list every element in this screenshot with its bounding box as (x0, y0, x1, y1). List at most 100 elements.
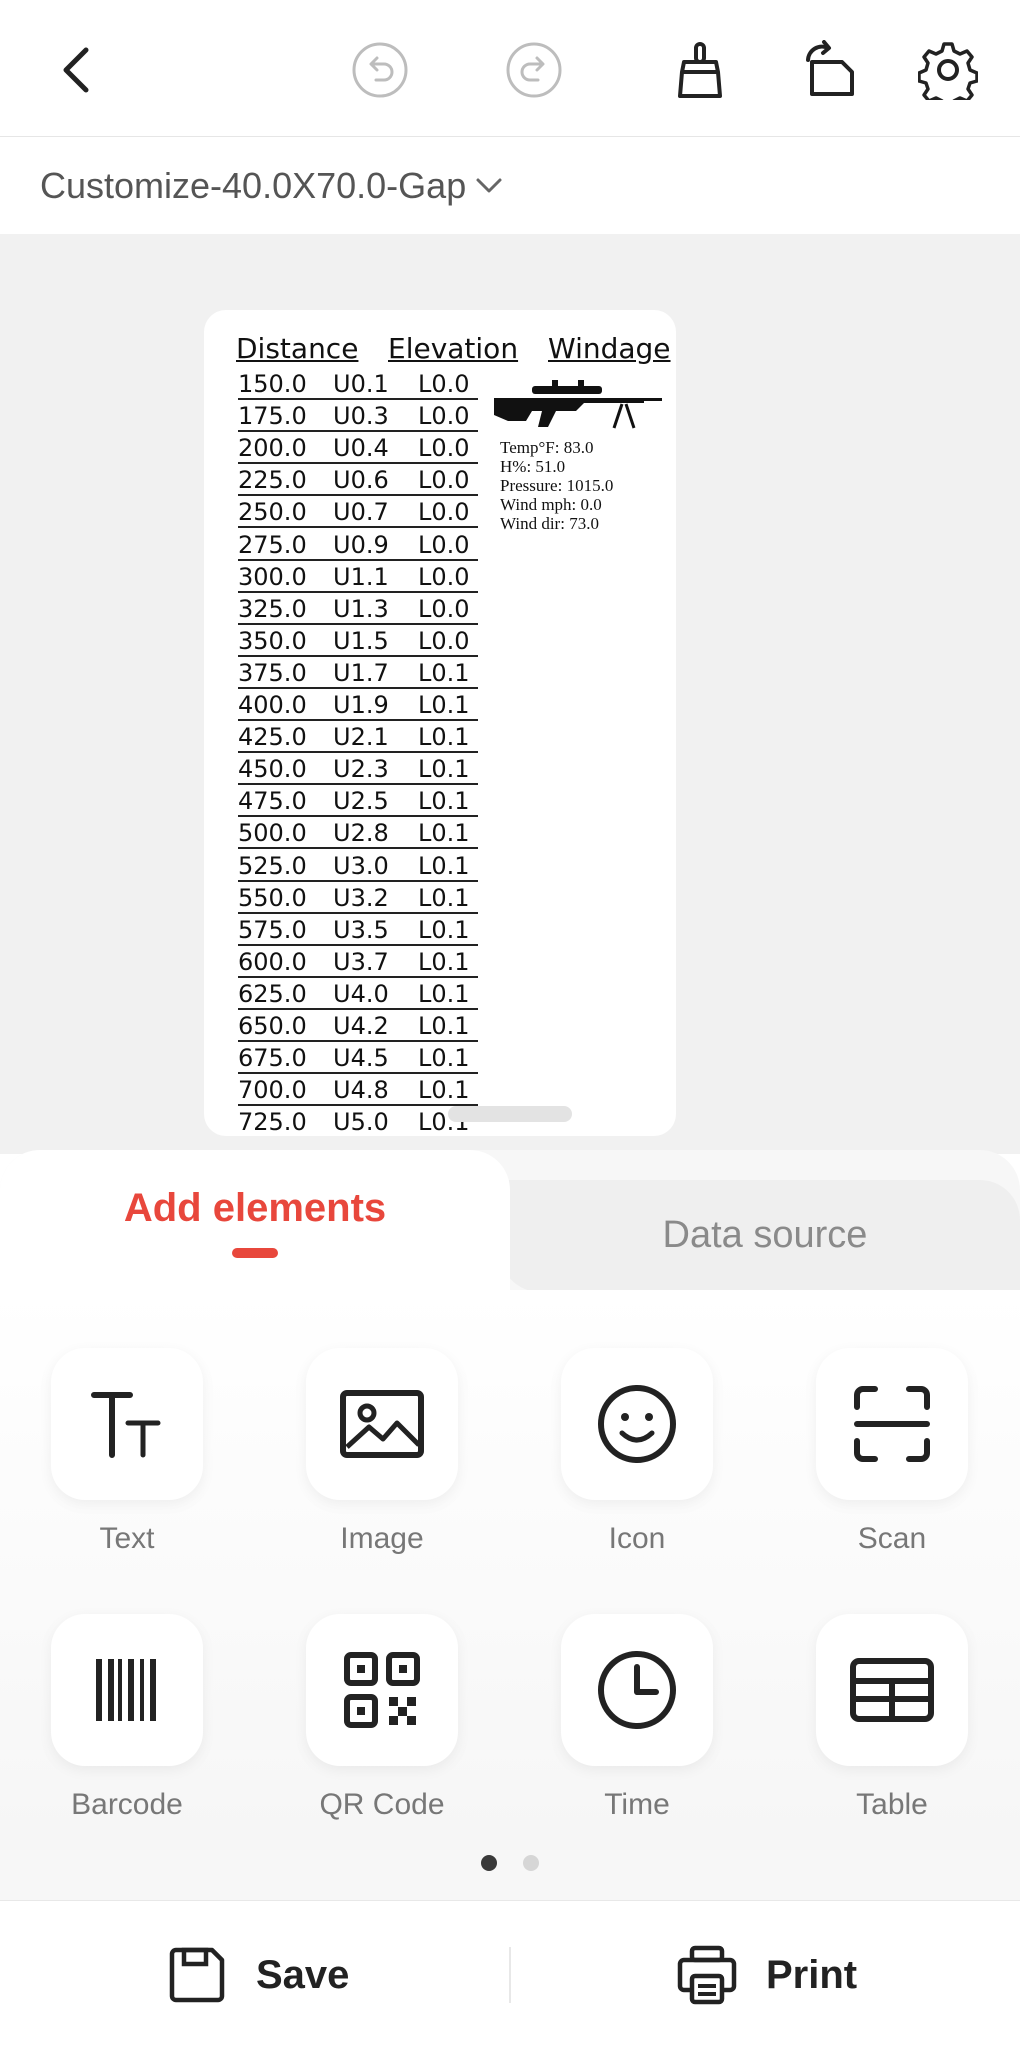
table-cell: L0.1 (418, 691, 470, 720)
table-cell: U3.2 (333, 883, 389, 912)
element-tile[interactable] (816, 1348, 968, 1500)
save-button[interactable]: Save (166, 1901, 349, 2048)
table-cell: L0.0 (418, 530, 470, 559)
table-row: 500.0 U2.8 L0.1 (238, 817, 478, 850)
top-toolbar (0, 0, 1020, 137)
table-cell: L0.1 (418, 883, 470, 912)
page-dot-active[interactable] (481, 1855, 497, 1871)
table-row: 425.0 U2.1 L0.1 (238, 721, 478, 754)
table-cell: 500.0 (238, 819, 307, 848)
table-row: 325.0 U1.3 L0.0 (238, 593, 478, 625)
table-cell: L0.1 (418, 787, 470, 816)
redo-button[interactable] (494, 30, 574, 110)
table-row: 450.0 U2.3 L0.1 (238, 753, 478, 786)
page-dot[interactable] (523, 1855, 539, 1871)
table-row: 675.0 U4.5 L0.1 (238, 1042, 478, 1075)
table-row: 400.0 U1.9 L0.1 (238, 689, 478, 722)
table-cell: 375.0 (238, 658, 307, 687)
page-indicator (0, 1855, 1020, 1871)
element-text[interactable]: Text (47, 1348, 207, 1556)
table-row: 225.0 U0.6 L0.0 (238, 464, 478, 497)
label-preview[interactable]: Distance Elevation Windage 150.0 U0.1 L0.0… (204, 310, 676, 1136)
rotate-button[interactable] (788, 30, 868, 110)
element-barcode[interactable]: Barcode (47, 1614, 207, 1822)
element-tile[interactable] (816, 1614, 968, 1766)
table-row: 600.0 U3.7 L0.1 (238, 946, 478, 978)
element-label: Icon (608, 1522, 666, 1555)
element-tile[interactable] (306, 1614, 458, 1766)
table-cell: 550.0 (238, 883, 307, 912)
element-tile[interactable] (51, 1614, 203, 1766)
template-selector[interactable]: Customize-40.0X70.0-Gap (0, 138, 1020, 234)
tab-data-source[interactable]: Data source (510, 1214, 1020, 1257)
table-row: 250.0 U0.7 L0.0 (238, 496, 478, 529)
table-cell: U2.3 (333, 755, 389, 784)
element-tile[interactable] (306, 1348, 458, 1500)
header-windage: Windage (548, 332, 671, 365)
table-cell: U1.3 (333, 594, 389, 623)
element-tile[interactable] (561, 1348, 713, 1500)
table-cell: L0.1 (418, 851, 470, 880)
table-cell: U0.4 (333, 434, 389, 463)
table-cell: U0.9 (333, 530, 389, 559)
element-icon[interactable]: Icon (557, 1348, 717, 1556)
table-cell: L0.1 (418, 947, 470, 976)
element-label: QR Code (319, 1788, 445, 1821)
table-cell: 650.0 (238, 1011, 307, 1040)
tab-add-elements[interactable]: Add elements (0, 1186, 510, 1231)
table-cell: L0.0 (418, 434, 470, 463)
table-cell: L0.0 (418, 498, 470, 527)
element-label: Table (856, 1788, 928, 1821)
table-cell: L0.1 (418, 1076, 470, 1105)
clock-icon (598, 1651, 676, 1729)
ballistic-table[interactable]: 150.0 U0.1 L0.0 175.0 U0.3 L0.0 200.0 U0.4 L0.0 2… (238, 368, 478, 1136)
table-cell: L0.1 (418, 1044, 470, 1073)
table-cell: U0.3 (333, 402, 389, 431)
table-cell: U4.8 (333, 1076, 389, 1105)
element-table[interactable]: Table (812, 1614, 972, 1822)
print-button[interactable]: Print (676, 1901, 857, 2048)
table-row: 150.0 U0.1 L0.0 (238, 368, 478, 401)
element-tile[interactable] (51, 1348, 203, 1500)
element-qr-code[interactable]: QR Code (302, 1614, 462, 1822)
element-tile[interactable] (561, 1614, 713, 1766)
back-button[interactable] (38, 30, 118, 110)
table-row: 525.0 U3.0 L0.1 (238, 849, 478, 882)
weather-temp: Temp°F: 83.0 (500, 438, 594, 457)
table-cell: 175.0 (238, 402, 307, 431)
clear-canvas-button[interactable] (660, 30, 740, 110)
qr-code-icon (344, 1652, 420, 1728)
barcode-icon (96, 1659, 156, 1721)
undo-icon (352, 42, 408, 98)
element-label: Time (604, 1788, 670, 1821)
settings-button[interactable] (908, 30, 988, 110)
table-cell: 475.0 (238, 787, 307, 816)
table-cell: L0.1 (418, 915, 470, 944)
text-icon (91, 1392, 161, 1458)
table-cell: U5.0 (333, 1108, 389, 1136)
table-icon (850, 1658, 934, 1722)
table-cell: 200.0 (238, 434, 307, 463)
table-cell: 325.0 (238, 594, 307, 623)
table-row: 700.0 U4.8 L0.1 (238, 1074, 478, 1107)
table-cell: 350.0 (238, 626, 307, 655)
element-image[interactable]: Image (302, 1348, 462, 1556)
table-cell: 275.0 (238, 530, 307, 559)
table-row: 475.0 U2.5 L0.1 (238, 785, 478, 818)
table-cell: U1.1 (333, 562, 389, 591)
scan-icon (854, 1386, 930, 1462)
rifle-image (494, 380, 662, 429)
table-cell: 575.0 (238, 915, 307, 944)
table-row: 350.0 U1.5 L0.0 (238, 625, 478, 657)
horizontal-scrollbar[interactable] (448, 1106, 572, 1122)
table-cell: L0.1 (418, 979, 470, 1008)
element-scan[interactable]: Scan (812, 1348, 972, 1556)
editor-canvas[interactable]: Distance Elevation Windage 150.0 U0.1 L0.0… (0, 234, 1020, 1154)
table-cell: U3.5 (333, 915, 389, 944)
weather-wind-speed: Wind mph: 0.0 (500, 495, 602, 514)
table-cell: L0.1 (418, 819, 470, 848)
table-cell: U2.8 (333, 819, 389, 848)
undo-button[interactable] (340, 30, 420, 110)
table-cell: U3.0 (333, 851, 389, 880)
element-time[interactable]: Time (557, 1614, 717, 1822)
